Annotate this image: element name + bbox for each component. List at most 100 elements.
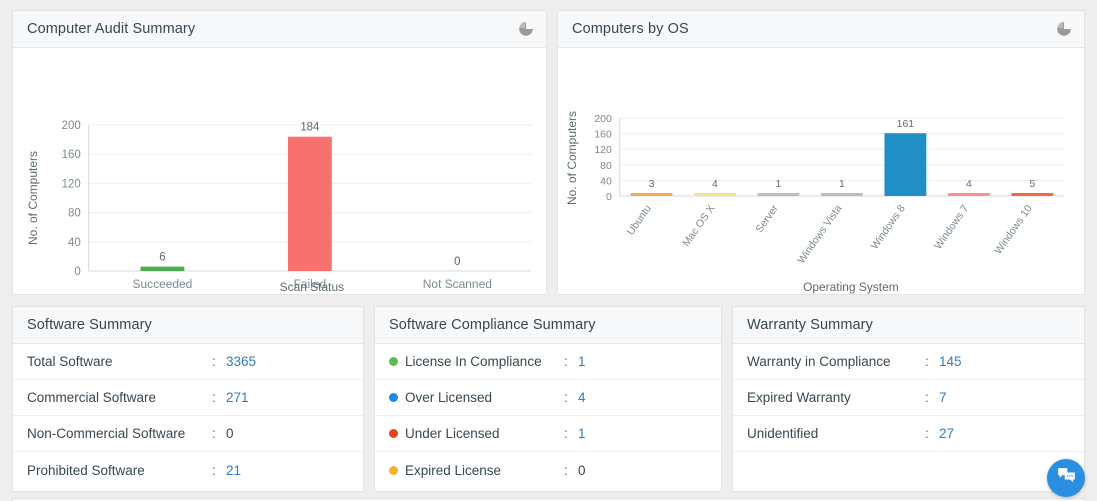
bar[interactable] (884, 133, 926, 196)
row-colon: : (925, 354, 939, 369)
table-row: Non-Commercial Software:0 (13, 416, 363, 452)
row-colon: : (564, 354, 578, 369)
warranty-summary-value[interactable]: 145 (939, 354, 962, 369)
y-axis-title: No. of Computers (26, 151, 40, 245)
page-title: Software Compliance Summary (389, 317, 596, 333)
row-label-text: Under Licensed (405, 426, 500, 441)
x-tick-label: Mac OS X (681, 203, 717, 248)
y-axis-tick-labels: 04080120160200 (594, 114, 612, 203)
bar[interactable] (1011, 193, 1053, 196)
y-tick-label: 0 (74, 266, 80, 278)
table-row: Expired Warranty:7 (733, 380, 1084, 416)
bar[interactable] (288, 137, 332, 271)
pie-chart-icon[interactable] (518, 21, 534, 37)
chat-bubbles-icon (1056, 465, 1077, 491)
software-compliance-summary-card: Software Compliance Summary License In C… (374, 306, 722, 492)
status-dot-icon (389, 393, 398, 402)
compliance-summary-value[interactable]: 4 (578, 390, 586, 405)
compliance-summary-value[interactable]: 1 (578, 426, 586, 441)
bar[interactable] (141, 267, 185, 271)
card-header: Software Summary (13, 307, 363, 344)
card-header: Computers by OS (558, 11, 1084, 48)
row-label-text: Non-Commercial Software (27, 426, 185, 441)
warranty-summary-rows: Warranty in Compliance:145Expired Warran… (733, 344, 1084, 488)
table-row: License In Compliance:1 (375, 344, 721, 380)
status-dot-icon (389, 357, 398, 366)
y-tick-label: 120 (62, 178, 81, 190)
row-label-text: Unidentified (747, 426, 818, 441)
row-label-text: Commercial Software (27, 390, 156, 405)
row-colon: : (212, 390, 226, 405)
y-tick-label: 80 (600, 161, 612, 172)
compliance-summary-value[interactable]: 1 (578, 354, 586, 369)
y-tick-label: 160 (62, 149, 81, 161)
y-axis-title: No. of Computers (565, 111, 579, 205)
y-tick-label: 80 (68, 208, 81, 220)
row-label-text: Warranty in Compliance (747, 354, 891, 369)
x-axis-title: Operating System (803, 280, 899, 294)
row-label-text: Expired License (405, 463, 501, 478)
table-row: Under Licensed:1 (375, 416, 721, 452)
table-row: Warranty in Compliance:145 (733, 344, 1084, 380)
software-summary-rows: Total Software:3365Commercial Software:2… (13, 344, 363, 488)
bar-value-label: 5 (1029, 179, 1035, 190)
pie-chart-icon[interactable] (1056, 21, 1072, 37)
bar[interactable] (758, 193, 800, 196)
bar[interactable] (631, 193, 673, 196)
x-tick-label: Ubuntu (626, 203, 654, 237)
warranty-summary-card: Warranty Summary Warranty in Compliance:… (732, 306, 1085, 492)
compliance-summary-label: Under Licensed (389, 426, 564, 441)
compliance-summary-value: 0 (578, 463, 586, 478)
audit-chart: 04080120160200 61840 SucceededFailedNot … (13, 48, 546, 295)
bar[interactable] (821, 193, 863, 196)
x-tick-label: Succeeded (133, 277, 193, 291)
card-header: Warranty Summary (733, 307, 1084, 344)
bar-value-label: 1 (839, 179, 845, 190)
row-colon: : (212, 463, 226, 478)
table-row: Unidentified:27 (733, 416, 1084, 452)
x-tick-label: Windows 8 (870, 203, 908, 251)
row-label-text: Prohibited Software (27, 463, 145, 478)
status-dot-icon (389, 466, 398, 475)
table-row: Over Licensed:4 (375, 380, 721, 416)
page-title: Computers by OS (572, 21, 689, 37)
x-tick-label: Server (754, 203, 781, 235)
software-summary-value[interactable]: 3365 (226, 354, 256, 369)
chart-bars (141, 137, 332, 271)
bar[interactable] (948, 193, 990, 196)
bar-value-label: 4 (712, 179, 718, 190)
computer-audit-summary-card: Computer Audit Summary 04080120160200 61… (12, 10, 547, 295)
warranty-summary-label: Expired Warranty (747, 390, 925, 405)
chat-button[interactable] (1047, 459, 1085, 497)
software-summary-value[interactable]: 21 (226, 463, 241, 478)
y-tick-label: 120 (594, 145, 612, 156)
software-summary-value: 0 (226, 426, 234, 441)
y-axis-tick-labels: 04080120160200 (62, 120, 81, 278)
y-tick-label: 40 (68, 237, 81, 249)
compliance-summary-label: License In Compliance (389, 354, 564, 369)
row-colon: : (564, 463, 578, 478)
row-colon: : (925, 390, 939, 405)
software-summary-value[interactable]: 271 (226, 390, 249, 405)
y-tick-label: 160 (594, 130, 612, 141)
software-summary-card: Software Summary Total Software: 3365 Comm… (12, 306, 364, 492)
table-row: Expired License:0 (375, 452, 721, 488)
warranty-summary-value[interactable]: 27 (939, 426, 954, 441)
page-title: Computer Audit Summary (27, 21, 195, 37)
y-tick-label: 0 (606, 192, 612, 203)
row-label-text: License In Compliance (405, 354, 542, 369)
x-tick-label: Windows Vista (796, 203, 844, 266)
x-tick-label: Windows 10 (993, 203, 1035, 256)
bar-value-labels: 341116145 (649, 119, 1036, 190)
bar-value-label: 6 (159, 252, 165, 264)
software-summary-label: Prohibited Software (27, 463, 212, 478)
warranty-summary-label: Unidentified (747, 426, 925, 441)
bar-value-label: 0 (454, 256, 460, 268)
y-tick-label: 40 (600, 176, 612, 187)
dashboard-page: Computer Audit Summary 04080120160200 61… (0, 0, 1097, 501)
row-label-text: Total Software (27, 354, 113, 369)
bar[interactable] (694, 193, 736, 196)
audit-chart-svg: 04080120160200 61840 SucceededFailedNot … (13, 48, 546, 295)
warranty-summary-value[interactable]: 7 (939, 390, 947, 405)
software-summary-label: Commercial Software (27, 390, 212, 405)
